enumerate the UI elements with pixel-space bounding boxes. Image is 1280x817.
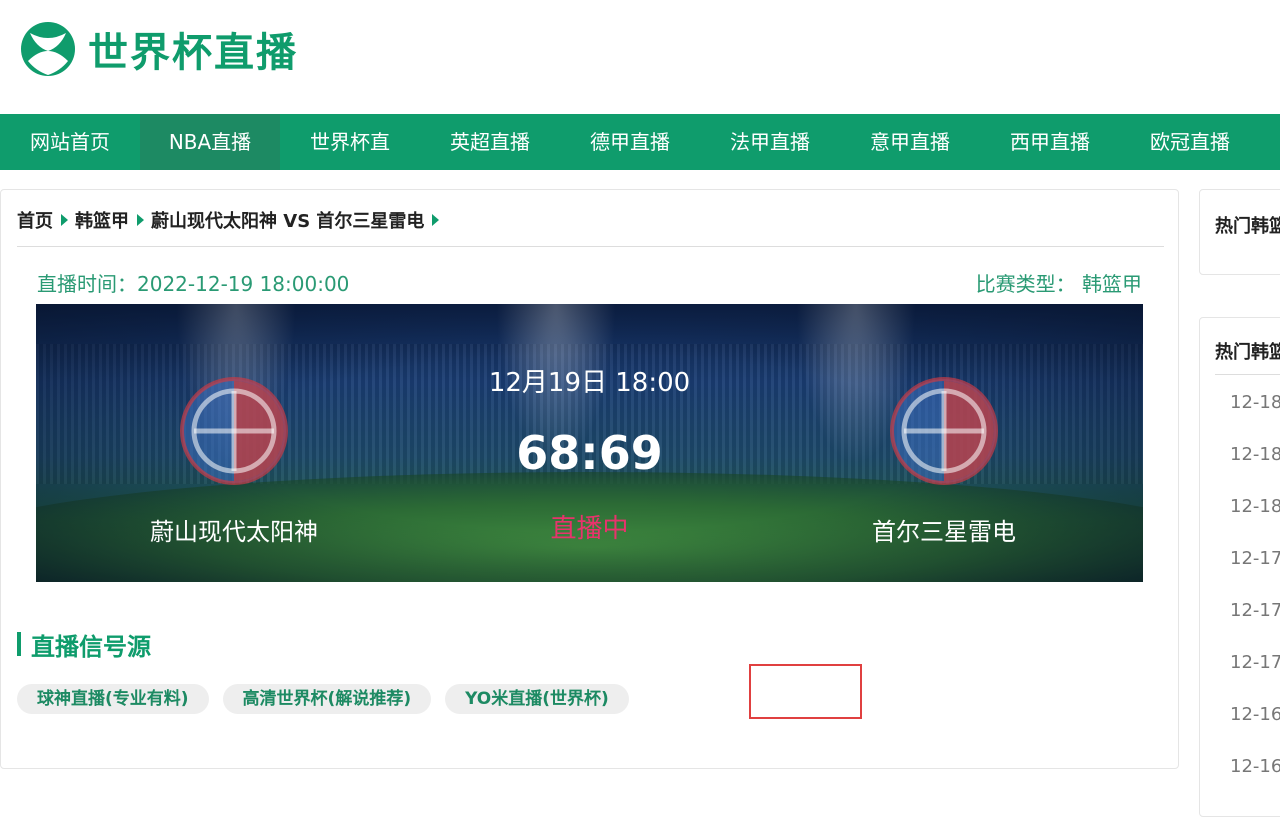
breadcrumb-home[interactable]: 首页: [17, 207, 53, 233]
divider: [1215, 374, 1280, 375]
site-title: 世界杯直播: [88, 30, 298, 76]
xbox-logo-icon: [21, 22, 75, 76]
sidebar-card-hot: 热门韩篮: [1199, 189, 1280, 275]
breadcrumb-arrow-icon: [137, 214, 144, 226]
nav-item-nba[interactable]: NBA直播: [140, 114, 280, 170]
nav-item-premier-league[interactable]: 英超直播: [420, 114, 560, 170]
sidebar-card-title: 热门韩篮: [1215, 216, 1280, 237]
match-panel: 首页 韩篮甲 蔚山现代太阳神 VS 首尔三星雷电 直播时间：2022-12-19…: [0, 189, 1179, 769]
sidebar-match-item[interactable]: 12-18: [1230, 444, 1280, 496]
source-button[interactable]: 球神直播(专业有料): [17, 684, 209, 714]
match-score: 68:69: [516, 426, 663, 480]
live-status: 直播中: [550, 514, 629, 544]
breadcrumb: 首页 韩篮甲 蔚山现代太阳神 VS 首尔三星雷电: [17, 206, 446, 234]
sidebar-match-item[interactable]: 12-18: [1230, 392, 1280, 444]
match-datetime: 12月19日 18:00: [488, 368, 691, 398]
breadcrumb-arrow-icon: [61, 214, 68, 226]
site-logo[interactable]: 世界杯直播: [20, 20, 298, 78]
sidebar-match-item[interactable]: 12-17: [1230, 652, 1280, 704]
match-banner: 蔚山现代太阳神 首尔三星雷电 12月19日 18:00 68:69 直播中: [36, 304, 1143, 582]
highlight-box: [749, 664, 862, 719]
breadcrumb-match[interactable]: 蔚山现代太阳神 VS 首尔三星雷电: [151, 207, 424, 233]
breadcrumb-league[interactable]: 韩篮甲: [75, 207, 129, 233]
sidebar-match-item[interactable]: 12-18: [1230, 496, 1280, 548]
section-bar: [17, 632, 21, 656]
nav-item-serie-a[interactable]: 意甲直播: [840, 114, 980, 170]
sidebar-match-item[interactable]: 12-17: [1230, 600, 1280, 652]
sidebar-match-list: 12-18 12-18 12-18 12-17 12-17 12-17 12-1…: [1230, 392, 1280, 808]
main-nav: 网站首页 NBA直播 世界杯直 英超直播 德甲直播 法甲直播 意甲直播 西甲直播…: [0, 114, 1280, 170]
sidebar-match-item[interactable]: 12-16: [1230, 704, 1280, 756]
sidebar-card-list: 热门韩篮 12-18 12-18 12-18 12-17 12-17 12-17…: [1199, 317, 1280, 817]
source-button[interactable]: YO米直播(世界杯): [445, 684, 629, 714]
breadcrumb-arrow-icon: [432, 214, 440, 226]
match-type: 比赛类型： 韩篮甲: [975, 272, 1142, 296]
sidebar-match-item[interactable]: 12-17: [1230, 548, 1280, 600]
divider: [17, 246, 1164, 247]
site-header: 世界杯直播: [0, 0, 1280, 114]
sources-title-text: 直播信号源: [31, 632, 151, 661]
nav-item-ligue1[interactable]: 法甲直播: [700, 114, 840, 170]
nav-item-laliga[interactable]: 西甲直播: [980, 114, 1120, 170]
source-button[interactable]: 高清世界杯(解说推荐): [222, 684, 432, 714]
nav-item-home[interactable]: 网站首页: [0, 114, 140, 170]
source-list: 球神直播(专业有料) 高清世界杯(解说推荐) YO米直播(世界杯): [17, 684, 643, 714]
live-time: 直播时间：2022-12-19 18:00:00: [37, 272, 350, 296]
nav-item-worldcup[interactable]: 世界杯直: [280, 114, 420, 170]
nav-item-champions-league[interactable]: 欧冠直播: [1120, 114, 1260, 170]
sources-section-title: 直播信号源: [17, 630, 151, 661]
sidebar-card-title: 热门韩篮: [1215, 342, 1280, 363]
nav-item-bundesliga[interactable]: 德甲直播: [560, 114, 700, 170]
sidebar-match-item[interactable]: 12-16: [1230, 756, 1280, 808]
